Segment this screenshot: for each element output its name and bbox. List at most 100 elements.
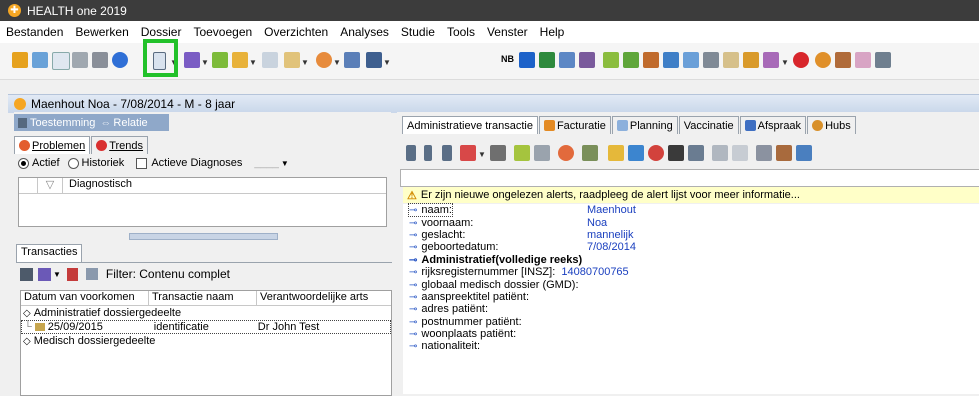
tab-transacties[interactable]: Transacties: [16, 244, 83, 264]
print-icon[interactable]: [92, 52, 108, 68]
bar-chart-icon[interactable]: [539, 52, 555, 68]
export-icon[interactable]: [796, 145, 812, 161]
toestemming-bar[interactable]: Toestemming ⇔ Relatie: [14, 114, 169, 131]
chevron-down-icon[interactable]: ▼: [383, 58, 391, 67]
pen-icon[interactable]: [38, 267, 51, 281]
list-item[interactable]: ⊸ adres patiënt:: [403, 303, 979, 315]
check-actieve-diagnoses[interactable]: [136, 157, 148, 169]
bell-icon[interactable]: [743, 52, 759, 68]
col-datum[interactable]: Datum van voorkomen: [21, 291, 149, 305]
list-item[interactable]: ⊸ nationaliteit:: [403, 340, 979, 352]
align-icon[interactable]: [406, 145, 416, 161]
menu-studie[interactable]: Studie: [395, 25, 441, 39]
nb-label[interactable]: NB: [501, 54, 514, 64]
chevron-down-icon[interactable]: ▼: [201, 58, 209, 67]
chart-icon[interactable]: [628, 145, 644, 161]
message-icon[interactable]: [683, 52, 699, 68]
tab-afspraak[interactable]: Afspraak: [739, 116, 807, 134]
list-item[interactable]: ⊸ aanspreektitel patiënt:: [403, 291, 979, 303]
menu-dossier[interactable]: Dossier: [135, 25, 188, 39]
calendar-icon[interactable]: [559, 52, 575, 68]
menu-tools[interactable]: Tools: [441, 25, 481, 39]
copy-icon[interactable]: [712, 145, 728, 161]
diagnosis-list[interactable]: ▽ Diagnostisch: [18, 177, 387, 227]
alert-banner[interactable]: ⚠ Er zijn nieuwe ongelezen alerts, raadp…: [403, 187, 979, 203]
open-folder-icon[interactable]: [12, 52, 28, 68]
list-item[interactable]: ⊸ postnummer patiënt:: [403, 316, 979, 328]
bell-icon[interactable]: [608, 145, 624, 161]
menu-analyses[interactable]: Analyses: [334, 25, 395, 39]
table-icon[interactable]: [85, 268, 98, 280]
chevron-down-icon[interactable]: ▼: [53, 270, 61, 279]
save-icon[interactable]: [72, 52, 88, 68]
tab-problemen[interactable]: Problemen: [14, 136, 91, 154]
tools-icon[interactable]: [776, 145, 792, 161]
refresh-icon[interactable]: [316, 52, 332, 68]
outdent-icon[interactable]: [442, 145, 452, 161]
list-item[interactable]: ⊸ woonplaats patiënt:: [403, 328, 979, 340]
splitter-handle[interactable]: [129, 233, 278, 240]
user-icon[interactable]: [688, 145, 704, 161]
tab-administratieve-transactie[interactable]: Administratieve transactie: [402, 116, 538, 134]
delete-icon[interactable]: [534, 145, 550, 161]
window-icon[interactable]: [344, 52, 360, 68]
group-icon[interactable]: [643, 52, 659, 68]
chevron-down-icon[interactable]: ▼: [281, 159, 289, 168]
chart-icon[interactable]: [184, 52, 200, 68]
menu-bewerken[interactable]: Bewerken: [69, 25, 134, 39]
network-icon[interactable]: [519, 52, 535, 68]
stop-icon[interactable]: [793, 52, 809, 68]
col-transactie[interactable]: Transactie naam: [149, 291, 257, 305]
table-row[interactable]: └ 25/09/2015 identificatie Dr John Test: [21, 320, 391, 334]
notes-icon[interactable]: [582, 145, 598, 161]
pdf-icon[interactable]: [66, 267, 78, 281]
list-item[interactable]: ⊸ globaal medisch dossier (GMD):: [403, 278, 979, 291]
paste-icon[interactable]: [732, 145, 748, 161]
new-document-icon[interactable]: [52, 52, 70, 70]
chevron-down-icon[interactable]: ▼: [781, 58, 789, 67]
chevron-down-icon[interactable]: ▼: [301, 58, 309, 67]
tab-trends[interactable]: Trends: [91, 136, 149, 154]
col-arts[interactable]: Verantwoordelijke arts: [257, 291, 390, 305]
binoculars-icon[interactable]: [703, 52, 719, 68]
sync-icon[interactable]: [558, 145, 574, 161]
menu-venster[interactable]: Venster: [481, 25, 534, 39]
list-item[interactable]: ⊸ geboortedatum: 7/08/2014: [403, 241, 979, 253]
menu-bestanden[interactable]: Bestanden: [0, 25, 69, 39]
chevron-down-icon[interactable]: ▼: [249, 58, 257, 67]
server-icon[interactable]: [875, 52, 891, 68]
chevron-down-icon[interactable]: ▼: [333, 58, 341, 67]
chevron-down-icon[interactable]: ▼: [478, 150, 486, 159]
list-icon[interactable]: [262, 52, 278, 68]
copy-icon[interactable]: [20, 267, 33, 281]
radio-historiek[interactable]: [67, 157, 79, 169]
help-icon[interactable]: [112, 52, 128, 68]
clipboard-icon[interactable]: [723, 52, 739, 68]
menu-overzichten[interactable]: Overzichten: [258, 25, 334, 39]
list-item[interactable]: ⊸ Administratief(volledige reeks): [403, 254, 979, 266]
print-icon[interactable]: [756, 145, 772, 161]
users-icon[interactable]: [835, 52, 851, 68]
tab-hubs[interactable]: Hubs: [807, 116, 856, 134]
tags-icon[interactable]: [623, 52, 639, 68]
new-window-icon[interactable]: [32, 52, 48, 68]
handshake-icon[interactable]: [855, 52, 871, 68]
record-search-input[interactable]: [400, 169, 979, 187]
book-icon[interactable]: [579, 52, 595, 68]
relatie-label[interactable]: Relatie: [113, 117, 147, 129]
trophy-icon[interactable]: [668, 145, 684, 161]
table-row[interactable]: ◇ Administratief dossiergedeelte: [21, 306, 391, 320]
stethoscope-icon[interactable]: [663, 52, 679, 68]
tab-facturatie[interactable]: Facturatie: [538, 116, 611, 134]
add-person-icon[interactable]: [212, 52, 228, 68]
tag-icon[interactable]: [603, 52, 619, 68]
menu-toevoegen[interactable]: Toevoegen: [187, 25, 258, 39]
table-row[interactable]: ◇ Medisch dossiergedeelte: [21, 334, 391, 348]
edit-icon[interactable]: [514, 145, 530, 161]
radio-actief[interactable]: [18, 157, 29, 169]
diag-column-header[interactable]: Diagnostisch: [63, 178, 132, 193]
settings-icon[interactable]: [815, 52, 831, 68]
dropdown-field[interactable]: ____: [254, 157, 278, 169]
sort-icon[interactable]: ▽: [38, 178, 63, 193]
attach-icon[interactable]: [490, 145, 506, 161]
